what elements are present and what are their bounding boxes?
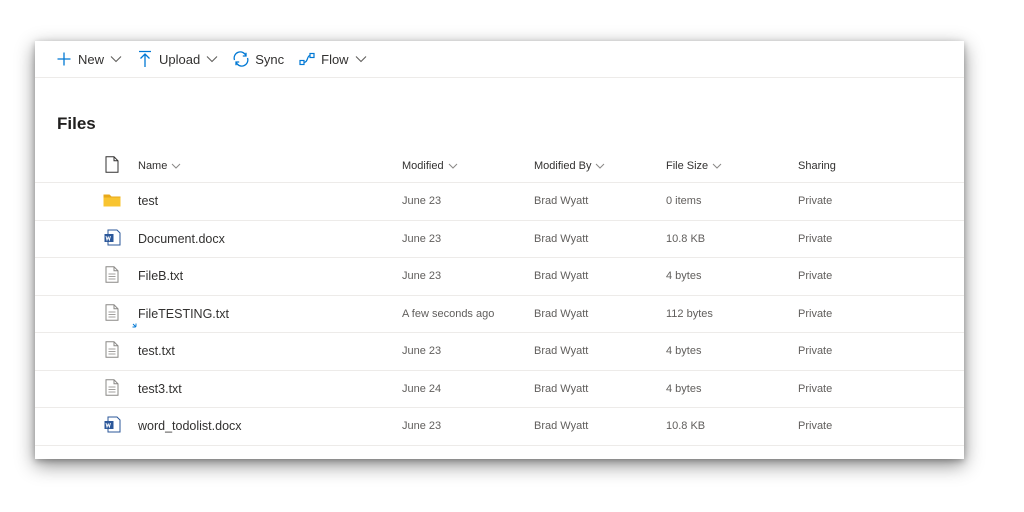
table-row[interactable]: test3.txt June 24 Brad Wyatt 4 bytes Pri… (35, 371, 964, 408)
modified-by-cell: Brad Wyatt (534, 382, 589, 395)
modified-by-column-header[interactable]: Modified By (534, 149, 605, 182)
file-icon-cell (101, 296, 123, 333)
sharing-cell: Private (798, 232, 833, 245)
file-name-text: FileTESTING.txt (138, 306, 229, 321)
chevron-down-icon (595, 163, 605, 169)
word-icon (104, 416, 121, 436)
modified-by-cell: Brad Wyatt (534, 307, 589, 320)
sharing-cell: Private (798, 307, 833, 320)
name-column-header[interactable]: Name (138, 149, 181, 182)
file-size-cell: 4 bytes (666, 345, 702, 358)
file-size-cell: 0 items (666, 195, 702, 208)
text-file-icon (105, 304, 119, 324)
modified-cell: June 23 (402, 232, 442, 245)
file-size-column-header[interactable]: File Size (666, 149, 722, 182)
word-icon (104, 229, 121, 249)
plus-icon (55, 50, 73, 68)
sharing-cell: Private (798, 420, 833, 433)
table-row[interactable]: FileTESTING.txt A few seconds ago Brad W… (35, 296, 964, 333)
chevron-down-icon (355, 53, 367, 65)
sync-button-label: Sync (255, 51, 285, 67)
file-type-column-header[interactable] (101, 149, 123, 182)
modified-cell: June 23 (402, 195, 442, 208)
sync-button[interactable]: Sync (232, 50, 284, 68)
table-row[interactable]: Document.docx June 23 Brad Wyatt 10.8 KB… (35, 221, 964, 258)
file-size-cell: 4 bytes (666, 270, 702, 283)
modified-by-cell: Brad Wyatt (534, 232, 589, 245)
table-header: Name Modified Modified By File Size Shar… (35, 149, 964, 183)
new-button-label: New (78, 51, 105, 67)
upload-button[interactable]: Upload (136, 50, 218, 68)
sharing-cell: Private (798, 195, 833, 208)
modified-cell: June 24 (402, 382, 442, 395)
modified-cell: June 23 (402, 420, 442, 433)
modified-by-cell: Brad Wyatt (534, 420, 589, 433)
text-file-icon (105, 379, 119, 399)
table-row[interactable]: test.txt June 23 Brad Wyatt 4 bytes Priv… (35, 333, 964, 371)
file-icon-cell (101, 333, 123, 370)
modified-column-header[interactable]: Modified (402, 149, 458, 182)
file-size-cell: 4 bytes (666, 382, 702, 395)
chevron-down-icon (110, 53, 122, 65)
file-name[interactable]: test3.txt (138, 371, 182, 408)
sharing-column-label: Sharing (798, 159, 836, 172)
upload-button-label: Upload (159, 51, 201, 67)
modified-cell: A few seconds ago (402, 307, 495, 320)
document-library-window: New Upload Sync Flow Files Name Modified… (35, 41, 964, 459)
file-size-cell: 112 bytes (666, 307, 713, 320)
file-name[interactable]: word_todolist.docx (138, 408, 242, 445)
modified-column-label: Modified (402, 159, 444, 172)
modified-cell: June 23 (402, 270, 442, 283)
file-name[interactable]: Document.docx (138, 221, 225, 258)
file-name[interactable]: test.txt (138, 333, 175, 370)
file-name[interactable]: FileB.txt (138, 258, 183, 295)
file-icon-cell (101, 408, 123, 445)
file-size-cell: 10.8 KB (666, 232, 706, 245)
flow-button[interactable]: Flow (298, 50, 366, 68)
page-title: Files (57, 114, 96, 133)
table-row[interactable]: word_todolist.docx June 23 Brad Wyatt 10… (35, 408, 964, 446)
new-item-sparkle-icon (132, 320, 140, 328)
files-table: Name Modified Modified By File Size Shar… (35, 149, 964, 446)
sync-icon (232, 50, 250, 68)
text-file-icon (105, 266, 119, 286)
table-row[interactable]: FileB.txt June 23 Brad Wyatt 4 bytes Pri… (35, 258, 964, 296)
file-icon-cell (101, 258, 123, 295)
modified-by-cell: Brad Wyatt (534, 345, 589, 358)
chevron-down-icon (712, 163, 722, 169)
modified-cell: June 23 (402, 345, 442, 358)
folder-icon (103, 193, 121, 210)
table-row[interactable]: test June 23 Brad Wyatt 0 items Private (35, 183, 964, 221)
text-file-icon (105, 341, 119, 361)
screenshot-canvas: New Upload Sync Flow Files Name Modified… (0, 0, 1024, 512)
chevron-down-icon (171, 163, 181, 169)
modified-by-cell: Brad Wyatt (534, 270, 589, 283)
file-size-column-label: File Size (666, 159, 709, 172)
file-name[interactable]: test (138, 183, 158, 220)
modified-by-cell: Brad Wyatt (534, 195, 589, 208)
document-icon (105, 155, 119, 176)
sharing-column-header[interactable]: Sharing (798, 149, 836, 182)
upload-icon (136, 50, 154, 68)
file-icon-cell (101, 371, 123, 408)
chevron-down-icon (448, 163, 458, 169)
modified-by-column-label: Modified By (534, 159, 592, 172)
sharing-cell: Private (798, 270, 833, 283)
command-bar: New Upload Sync Flow (35, 41, 964, 78)
flow-icon (298, 50, 316, 68)
file-name[interactable]: FileTESTING.txt (132, 296, 229, 333)
sharing-cell: Private (798, 382, 833, 395)
file-icon-cell (101, 183, 123, 220)
file-size-cell: 10.8 KB (666, 420, 706, 433)
name-column-label: Name (138, 159, 168, 172)
chevron-down-icon (206, 53, 218, 65)
file-icon-cell (101, 221, 123, 258)
new-button[interactable]: New (55, 50, 122, 68)
sharing-cell: Private (798, 345, 833, 358)
flow-button-label: Flow (321, 51, 349, 67)
